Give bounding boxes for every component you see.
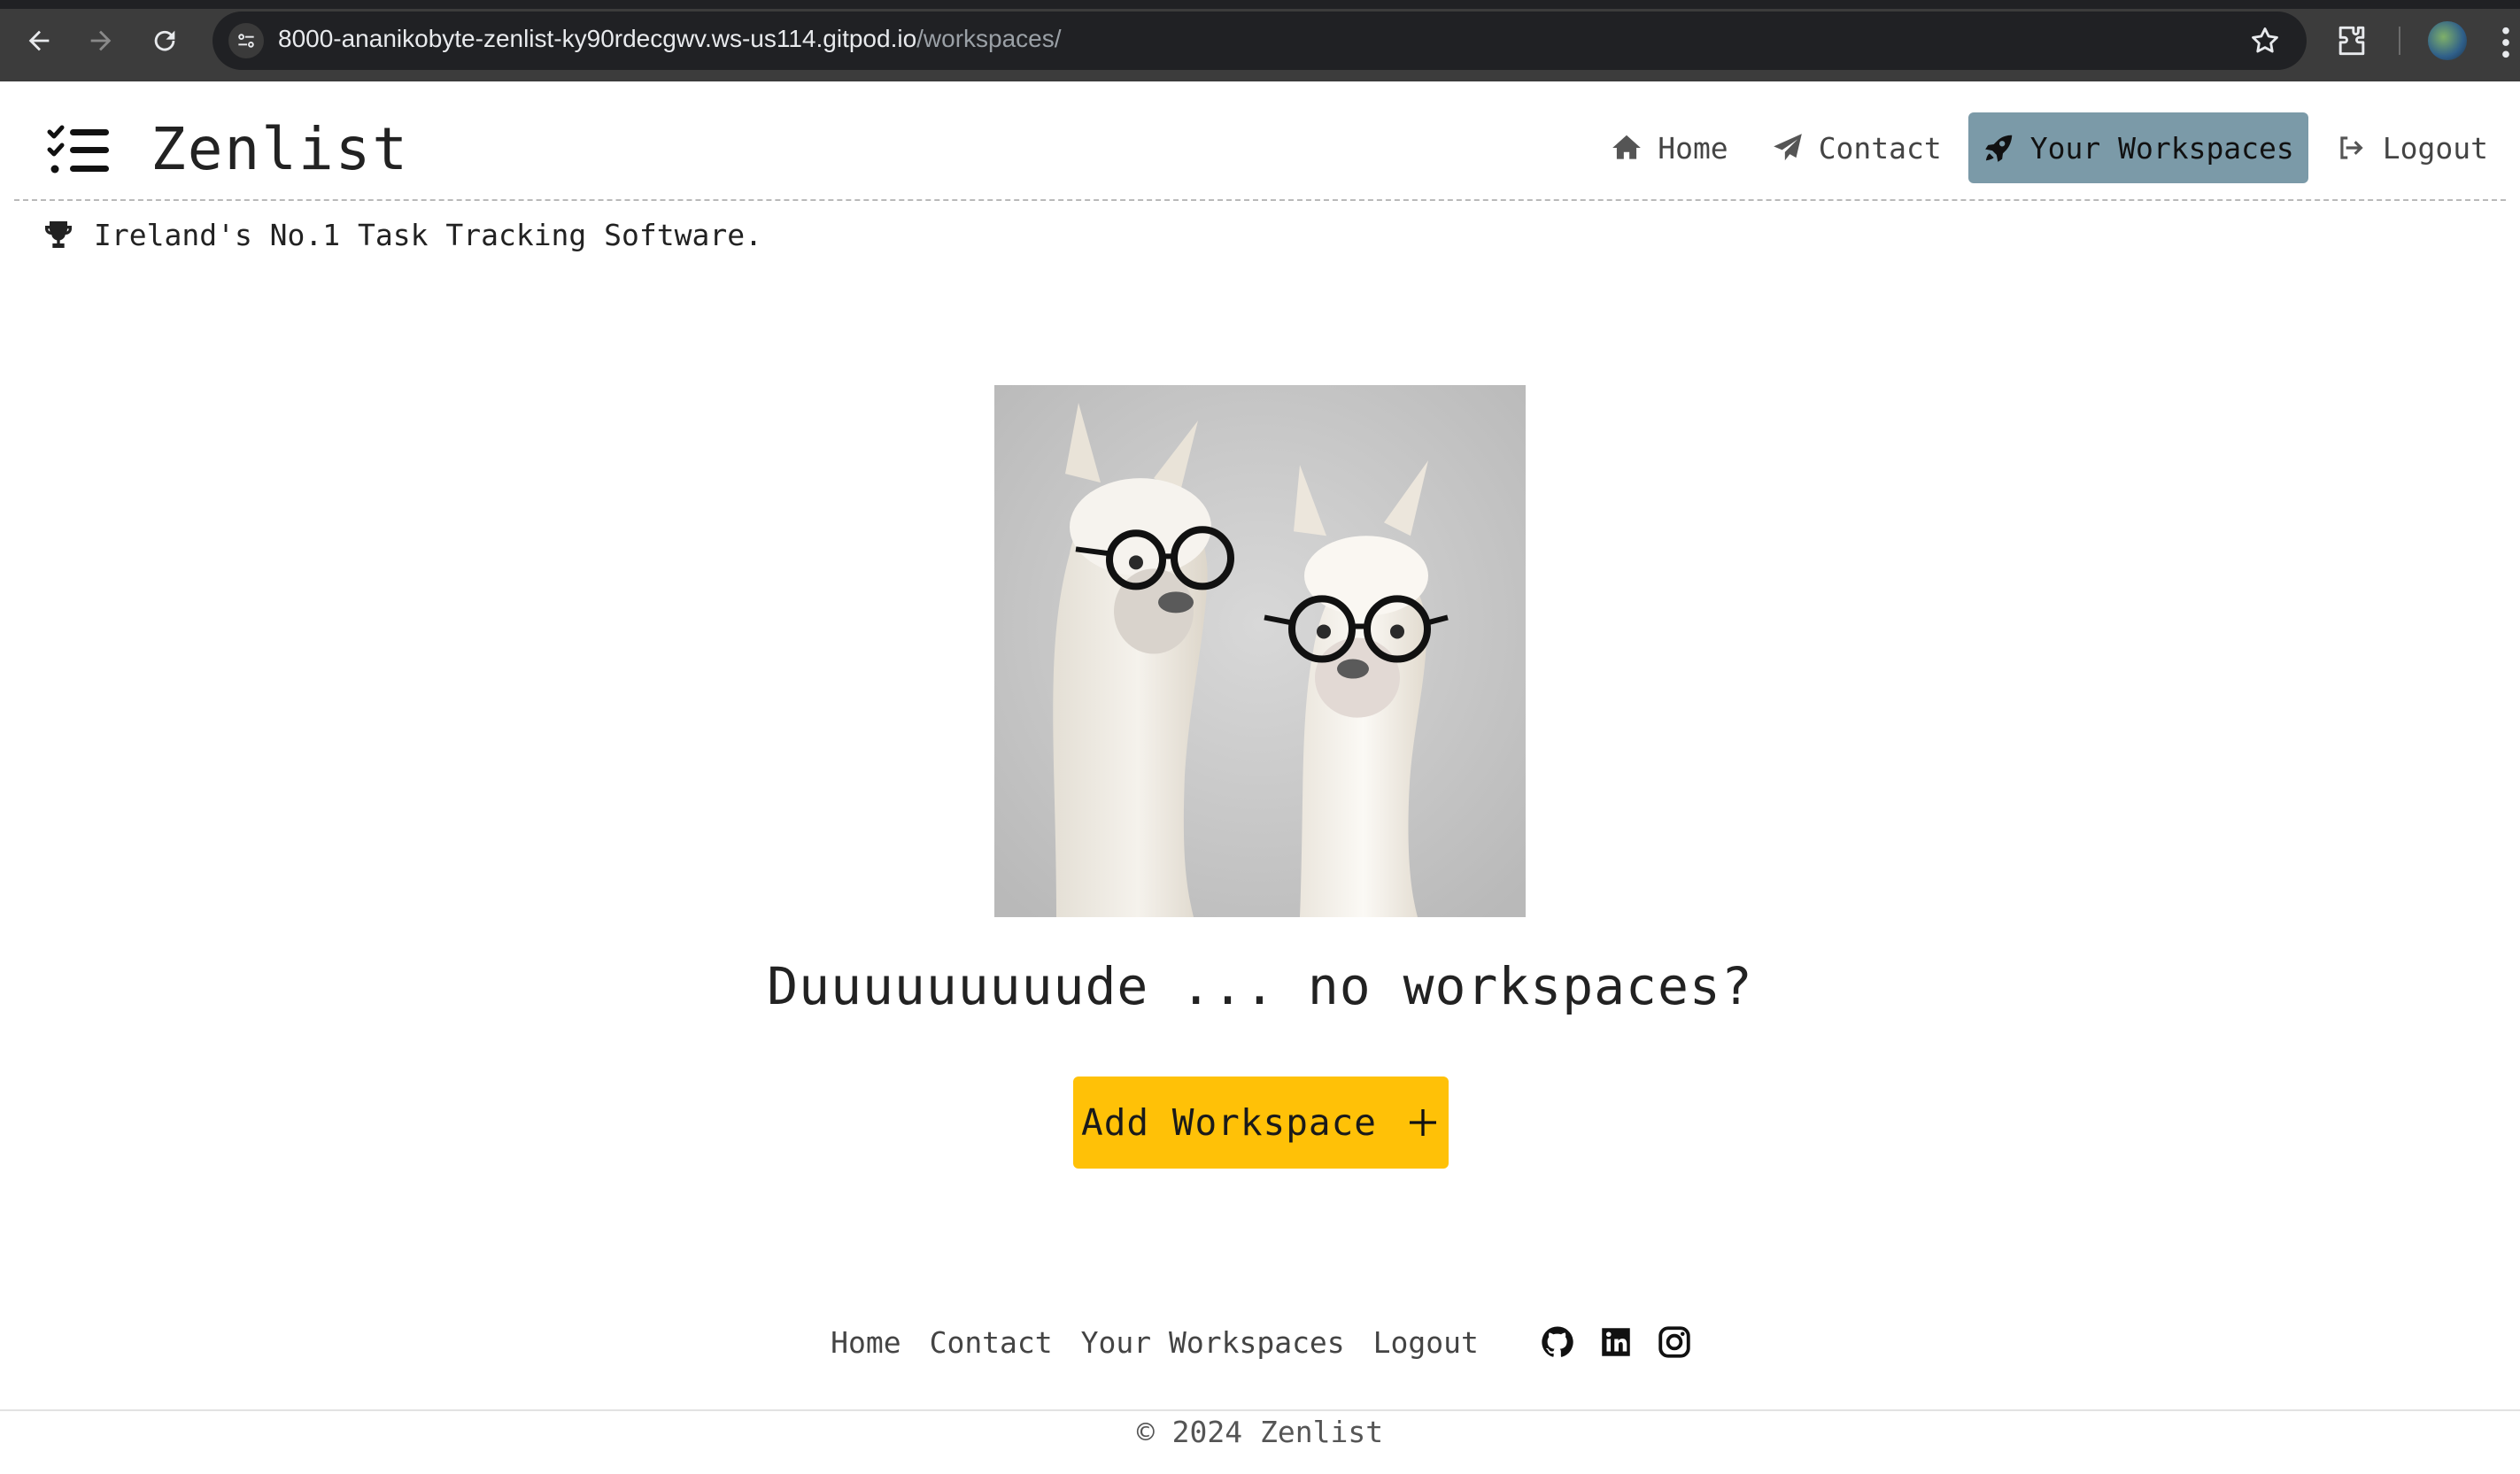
- add-workspace-button[interactable]: Add Workspace: [1073, 1077, 1449, 1169]
- footer-divider: [0, 1409, 2520, 1411]
- address-bar[interactable]: 8000-ananikobyte-zenlist-ky90rdecgwv.ws-…: [213, 12, 2307, 70]
- linkedin-icon[interactable]: [1597, 1324, 1635, 1361]
- bookmark-star-icon[interactable]: [2248, 24, 2282, 58]
- github-icon[interactable]: [1539, 1324, 1576, 1361]
- back-button[interactable]: [18, 19, 60, 62]
- tagline: Ireland's No.1 Task Tracking Software.: [41, 217, 762, 252]
- nav-logout[interactable]: Logout: [2319, 112, 2504, 183]
- brand-name: Zenlist: [151, 115, 410, 183]
- footer-link-logout[interactable]: Logout: [1373, 1325, 1479, 1360]
- extensions-icon[interactable]: [2332, 21, 2371, 60]
- trophy-icon: [45, 221, 72, 248]
- checklist-icon: [47, 125, 109, 173]
- two-llamas-with-glasses-image: [994, 385, 1526, 917]
- instagram-icon[interactable]: [1656, 1324, 1693, 1361]
- back-arrow-icon: [28, 30, 50, 51]
- forward-button[interactable]: [80, 19, 122, 62]
- rocket-icon: [1984, 135, 2013, 162]
- nav-home[interactable]: Home: [1594, 112, 1743, 183]
- profile-avatar[interactable]: [2428, 21, 2467, 60]
- header-divider: [14, 199, 2506, 201]
- reload-icon: [154, 30, 175, 51]
- add-workspace-label: Add Workspace: [1081, 1101, 1377, 1144]
- url-host: 8000-ananikobyte-zenlist-ky90rdecgwv.ws-…: [278, 25, 917, 52]
- footer-nav: Home Contact Your Workspaces Logout: [0, 1324, 2520, 1361]
- footer-link-contact[interactable]: Contact: [930, 1325, 1053, 1360]
- paper-plane-icon: [1773, 134, 1802, 161]
- nav-home-label: Home: [1658, 130, 1728, 166]
- tagline-text: Ireland's No.1 Task Tracking Software.: [94, 217, 762, 252]
- site-header: Zenlist Home Contact Your Workspaces Log…: [0, 81, 2520, 201]
- plus-icon: [1409, 1109, 1436, 1136]
- site-settings-icon[interactable]: [228, 23, 264, 58]
- brand-logo[interactable]: Zenlist: [46, 115, 409, 183]
- copyright-text: © 2024 Zenlist: [1136, 1415, 1384, 1449]
- nav-contact-label: Contact: [1818, 130, 1942, 166]
- reload-button[interactable]: [143, 19, 186, 62]
- forward-arrow-icon: [90, 30, 112, 51]
- nav-contact[interactable]: Contact: [1755, 112, 1958, 183]
- nav-your-workspaces[interactable]: Your Workspaces: [1967, 112, 2308, 183]
- url-path: /workspaces/: [916, 25, 1062, 52]
- browser-tab-strip: [0, 0, 2520, 9]
- footer-link-your-workspaces[interactable]: Your Workspaces: [1081, 1325, 1345, 1360]
- menu-dots-icon[interactable]: [2499, 25, 2513, 60]
- logout-icon: [2340, 136, 2363, 159]
- browser-toolbar: 8000-ananikobyte-zenlist-ky90rdecgwv.ws-…: [0, 0, 2520, 81]
- nav-your-workspaces-label: Your Workspaces: [2029, 130, 2294, 166]
- url-text: 8000-ananikobyte-zenlist-ky90rdecgwv.ws-…: [278, 25, 1062, 53]
- footer-link-home[interactable]: Home: [831, 1325, 901, 1360]
- toolbar-divider: [2399, 27, 2400, 55]
- nav-logout-label: Logout: [2382, 130, 2488, 166]
- social-links: [1528, 1324, 1704, 1361]
- empty-state-title: Duuuuuuuuude ... no workspaces?: [767, 956, 1753, 1016]
- main-nav: Home Contact Your Workspaces Logout: [1583, 112, 2504, 183]
- home-icon: [1612, 135, 1642, 159]
